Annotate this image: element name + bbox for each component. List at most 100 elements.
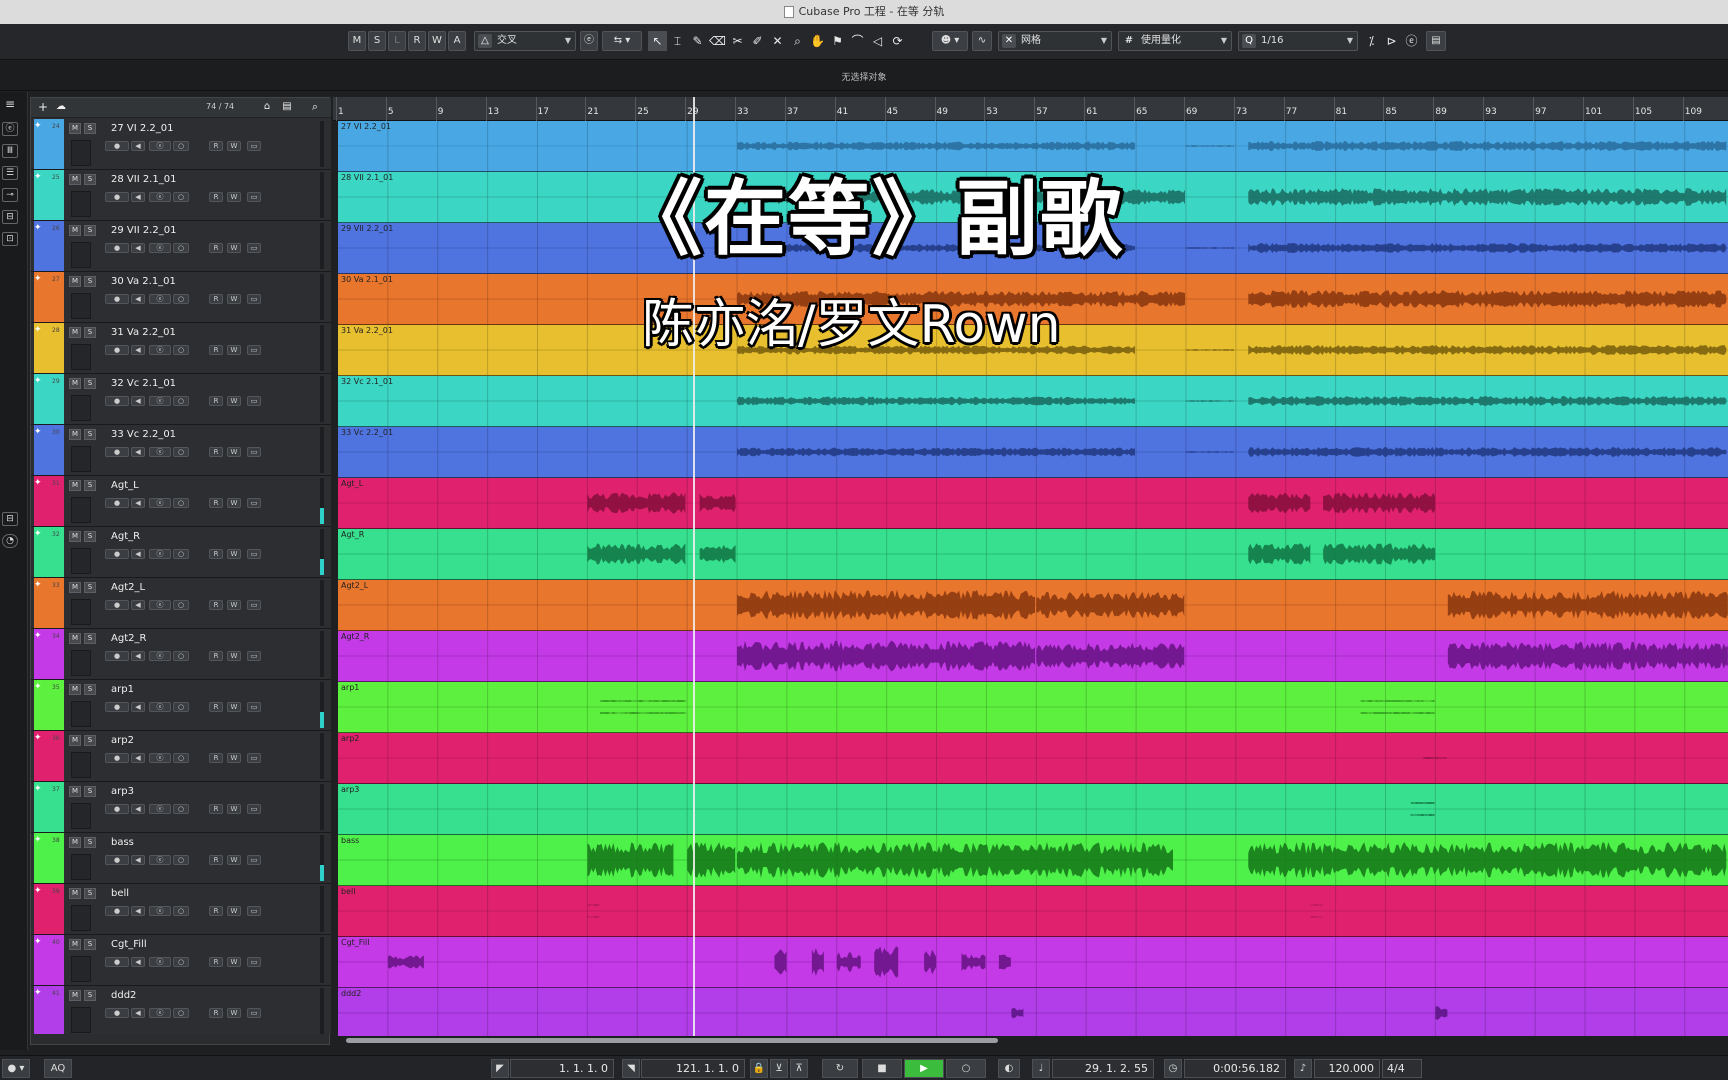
mode-button-w[interactable]: W bbox=[428, 31, 446, 51]
lanes-button[interactable]: ▭ bbox=[247, 396, 261, 406]
track-lane[interactable]: Agt_L bbox=[338, 478, 1728, 529]
read-automation-button[interactable]: ○ bbox=[173, 702, 189, 712]
write-button[interactable]: W bbox=[227, 345, 241, 355]
record-enable-button[interactable]: ● bbox=[105, 141, 129, 151]
mode-button-l[interactable]: L bbox=[388, 31, 406, 51]
iterative-quantize-icon[interactable]: ⁒ bbox=[1362, 31, 1381, 51]
position-bars[interactable]: 29. 1. 2. 55 bbox=[1052, 1059, 1154, 1078]
track-header-bass[interactable]: ✦ 38 M Sbass ● ◀ ⓔ ○ R W ▭ bbox=[31, 833, 331, 884]
output-icon[interactable]: ⊡ bbox=[2, 232, 18, 246]
read-automation-button[interactable]: ○ bbox=[173, 906, 189, 916]
track-lane[interactable]: Agt2_L bbox=[338, 580, 1728, 631]
left-locator[interactable]: 1. 1. 1. 0 bbox=[510, 1059, 614, 1078]
track-header-agt-l[interactable]: ✦ 31 M S Agt_L ● ◀ ⓔ ○ R W ▭ bbox=[31, 476, 331, 527]
record-enable-button[interactable]: ● bbox=[105, 600, 129, 610]
track-lane[interactable]: bass bbox=[338, 835, 1728, 886]
monitor-button[interactable]: ◀ bbox=[131, 192, 145, 202]
horizontal-scrollbar[interactable] bbox=[338, 1036, 1728, 1046]
write-button[interactable]: W bbox=[227, 396, 241, 406]
menu-icon[interactable]: ≡ bbox=[2, 98, 18, 112]
tool-mode-button[interactable]: ⇆ ▾ bbox=[602, 31, 642, 51]
solo-button[interactable]: S bbox=[84, 378, 96, 389]
mute-button[interactable]: M bbox=[69, 735, 81, 746]
track-lane[interactable]: 33 Vc 2.2_01 bbox=[338, 427, 1728, 478]
read-button[interactable]: R bbox=[209, 549, 223, 559]
solo-button[interactable]: S bbox=[84, 327, 96, 338]
status-icon[interactable]: ● ▾ bbox=[2, 1059, 30, 1078]
edit-channel-button[interactable]: ⓔ bbox=[149, 141, 171, 151]
solo-button[interactable]: S bbox=[84, 123, 96, 134]
read-automation-button[interactable]: ○ bbox=[173, 345, 189, 355]
mute-button[interactable]: M bbox=[69, 888, 81, 899]
read-automation-button[interactable]: ○ bbox=[173, 1008, 189, 1018]
read-button[interactable]: R bbox=[209, 498, 223, 508]
add-folder-icon[interactable]: ☁ bbox=[53, 101, 69, 115]
monitor-button[interactable]: ◀ bbox=[131, 957, 145, 967]
record-enable-button[interactable]: ● bbox=[105, 498, 129, 508]
track-lane[interactable]: arp1 bbox=[338, 682, 1728, 733]
track-header-agt-r[interactable]: ✦ 32 M S Agt_R ● ◀ ⓔ ○ R W ▭ bbox=[31, 527, 331, 578]
track-lane[interactable]: Agt2_R bbox=[338, 631, 1728, 682]
record-enable-button[interactable]: ● bbox=[105, 192, 129, 202]
track-lane[interactable]: Cgt_Fill bbox=[338, 937, 1728, 988]
edit-channel-button[interactable]: ⓔ bbox=[149, 396, 171, 406]
mute-button[interactable]: M bbox=[69, 837, 81, 848]
track-lane[interactable]: arp3 bbox=[338, 784, 1728, 835]
mute-button[interactable]: M bbox=[69, 276, 81, 287]
read-automation-button[interactable]: ○ bbox=[173, 753, 189, 763]
right-locator[interactable]: 121. 1. 1. 0 bbox=[641, 1059, 745, 1078]
monitor-button[interactable]: ◀ bbox=[131, 447, 145, 457]
snap-toggle-icon[interactable]: ∿ bbox=[972, 31, 992, 51]
mute-button[interactable]: M bbox=[69, 786, 81, 797]
write-button[interactable]: W bbox=[227, 1008, 241, 1018]
lanes-button[interactable]: ▭ bbox=[247, 549, 261, 559]
monitor-button[interactable]: ◀ bbox=[131, 906, 145, 916]
monitor-button[interactable]: ◀ bbox=[131, 294, 145, 304]
lanes-button[interactable]: ▭ bbox=[247, 957, 261, 967]
write-button[interactable]: W bbox=[227, 906, 241, 916]
read-button[interactable]: R bbox=[209, 651, 223, 661]
range-tool-icon[interactable]: ⌶ bbox=[668, 31, 687, 51]
track-lane[interactable]: ddd2 bbox=[338, 988, 1728, 1036]
solo-button[interactable]: S bbox=[84, 531, 96, 542]
read-automation-button[interactable]: ○ bbox=[173, 243, 189, 253]
read-button[interactable]: R bbox=[209, 396, 223, 406]
write-button[interactable]: W bbox=[227, 804, 241, 814]
edit-channel-button[interactable]: ⓔ bbox=[149, 702, 171, 712]
mute-button[interactable]: M bbox=[69, 582, 81, 593]
left-locator-icon[interactable]: ◤ bbox=[491, 1059, 509, 1078]
read-automation-button[interactable]: ○ bbox=[173, 294, 189, 304]
read-button[interactable]: R bbox=[209, 192, 223, 202]
play-icon[interactable]: ▶ bbox=[904, 1059, 944, 1078]
edit-channel-button[interactable]: ⓔ bbox=[149, 1008, 171, 1018]
lanes-button[interactable]: ▭ bbox=[247, 447, 261, 457]
track-header-27-vi-2-2-01[interactable]: ✦ 24 M S 27 VI 2.2_01 ● ◀ ⓔ ○ R W ▭ bbox=[31, 119, 331, 170]
lanes-button[interactable]: ▭ bbox=[247, 906, 261, 916]
monitor-button[interactable]: ◀ bbox=[131, 396, 145, 406]
lanes-button[interactable]: ▭ bbox=[247, 192, 261, 202]
stop-icon[interactable]: ■ bbox=[862, 1059, 902, 1078]
write-button[interactable]: W bbox=[227, 498, 241, 508]
lanes-button[interactable]: ▭ bbox=[247, 804, 261, 814]
record-enable-button[interactable]: ● bbox=[105, 447, 129, 457]
record-enable-button[interactable]: ● bbox=[105, 345, 129, 355]
solo-button[interactable]: S bbox=[84, 480, 96, 491]
punch-icon[interactable]: ◐ bbox=[998, 1059, 1020, 1078]
record-enable-button[interactable]: ● bbox=[105, 957, 129, 967]
write-button[interactable]: W bbox=[227, 549, 241, 559]
track-header-31-va-2-2-01[interactable]: ✦ 28 M S 31 Va 2.2_01 ● ◀ ⓔ ○ R W ▭ bbox=[31, 323, 331, 374]
quantize-mode-select[interactable]: # 使用量化 ▼ bbox=[1118, 31, 1232, 51]
write-button[interactable]: W bbox=[227, 192, 241, 202]
mode-button-m[interactable]: M bbox=[348, 31, 366, 51]
read-button[interactable]: R bbox=[209, 345, 223, 355]
mute-button[interactable]: M bbox=[69, 939, 81, 950]
edit-channel-button[interactable]: ⓔ bbox=[149, 498, 171, 508]
mute-button[interactable]: M bbox=[69, 429, 81, 440]
monitor-button[interactable]: ◀ bbox=[131, 141, 145, 151]
lock-icon[interactable]: 🔒 bbox=[750, 1059, 768, 1078]
read-button[interactable]: R bbox=[209, 855, 223, 865]
history-icon[interactable]: ◔ bbox=[2, 534, 18, 548]
record-icon[interactable]: ○ bbox=[946, 1059, 986, 1078]
lanes-button[interactable]: ▭ bbox=[247, 345, 261, 355]
color-menu-button[interactable]: ☻ ▾ bbox=[932, 31, 968, 51]
